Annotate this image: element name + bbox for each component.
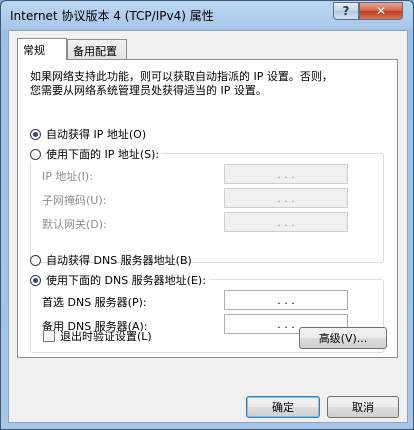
advanced-button[interactable]: 高级(V)...	[299, 327, 387, 349]
validate-on-exit-label: 退出时验证设置(L)	[60, 330, 152, 343]
tab-general[interactable]: 常规	[17, 38, 67, 60]
dialog-client-area: 常规 备用配置 如果网络支持此功能，则可以获取自动指派的 IP 设置。否则， 您…	[8, 30, 408, 423]
radio-manual-ip-indicator[interactable]	[30, 148, 41, 160]
dialog-window: Internet 协议版本 4 (TCP/IPv4) 属性 ? ✕ 常规 备用配…	[0, 0, 414, 430]
default-gateway-input[interactable]: . . .	[224, 212, 348, 232]
ip-address-value: . . .	[277, 167, 295, 181]
radio-auto-ip-label: 自动获得 IP 地址(O)	[46, 128, 147, 141]
subnet-mask-value: . . .	[277, 191, 295, 205]
default-gateway-label: 默认网关(D):	[42, 218, 107, 231]
radio-auto-dns-indicator[interactable]	[30, 254, 41, 266]
preferred-dns-value: . . .	[277, 293, 295, 307]
radio-auto-ip-indicator[interactable]	[30, 128, 41, 140]
help-button[interactable]: ?	[333, 2, 359, 20]
ok-button[interactable]: 确定	[246, 396, 320, 418]
intro-line-2: 您需要从网络系统管理员处获得适当的 IP 设置。	[30, 84, 267, 97]
validate-on-exit-box[interactable]	[43, 330, 55, 342]
radio-manual-ip-label: 使用下面的 IP 地址(S):	[46, 148, 160, 161]
radio-manual-ip[interactable]: 使用下面的 IP 地址(S):	[30, 146, 163, 162]
intro-line-1: 如果网络支持此功能，则可以获取自动指派的 IP 设置。否则，	[30, 70, 333, 83]
preferred-dns-label: 首选 DNS 服务器(P):	[42, 296, 147, 309]
ip-address-input[interactable]: . . .	[224, 164, 348, 184]
subnet-mask-label: 子网掩码(U):	[42, 194, 107, 207]
radio-manual-dns-indicator[interactable]	[30, 274, 41, 286]
validate-on-exit-checkbox[interactable]: 退出时验证设置(L)	[43, 328, 152, 344]
radio-auto-dns[interactable]: 自动获得 DNS 服务器地址(B)	[30, 252, 192, 268]
tab-alternate-config[interactable]: 备用配置	[67, 39, 127, 59]
radio-manual-dns[interactable]: 使用下面的 DNS 服务器地址(E):	[30, 272, 209, 288]
subnet-mask-input[interactable]: . . .	[224, 188, 348, 208]
ip-address-label: IP 地址(I):	[42, 170, 93, 183]
intro-text: 如果网络支持此功能，则可以获取自动指派的 IP 设置。否则， 您需要从网络系统管…	[30, 70, 385, 98]
radio-auto-ip[interactable]: 自动获得 IP 地址(O)	[30, 126, 146, 142]
close-button[interactable]: ✕	[359, 2, 403, 20]
title-bar[interactable]: Internet 协议版本 4 (TCP/IPv4) 属性 ? ✕	[1, 1, 413, 29]
default-gateway-value: . . .	[277, 215, 295, 229]
tab-panel-general: 如果网络支持此功能，则可以获取自动指派的 IP 设置。否则， 您需要从网络系统管…	[17, 59, 398, 358]
radio-manual-dns-label: 使用下面的 DNS 服务器地址(E):	[46, 274, 206, 287]
window-title: Internet 协议版本 4 (TCP/IPv4) 属性	[10, 9, 214, 23]
radio-auto-dns-label: 自动获得 DNS 服务器地址(B)	[46, 254, 192, 267]
preferred-dns-input[interactable]: . . .	[224, 290, 348, 310]
cancel-button[interactable]: 取消	[327, 396, 399, 418]
